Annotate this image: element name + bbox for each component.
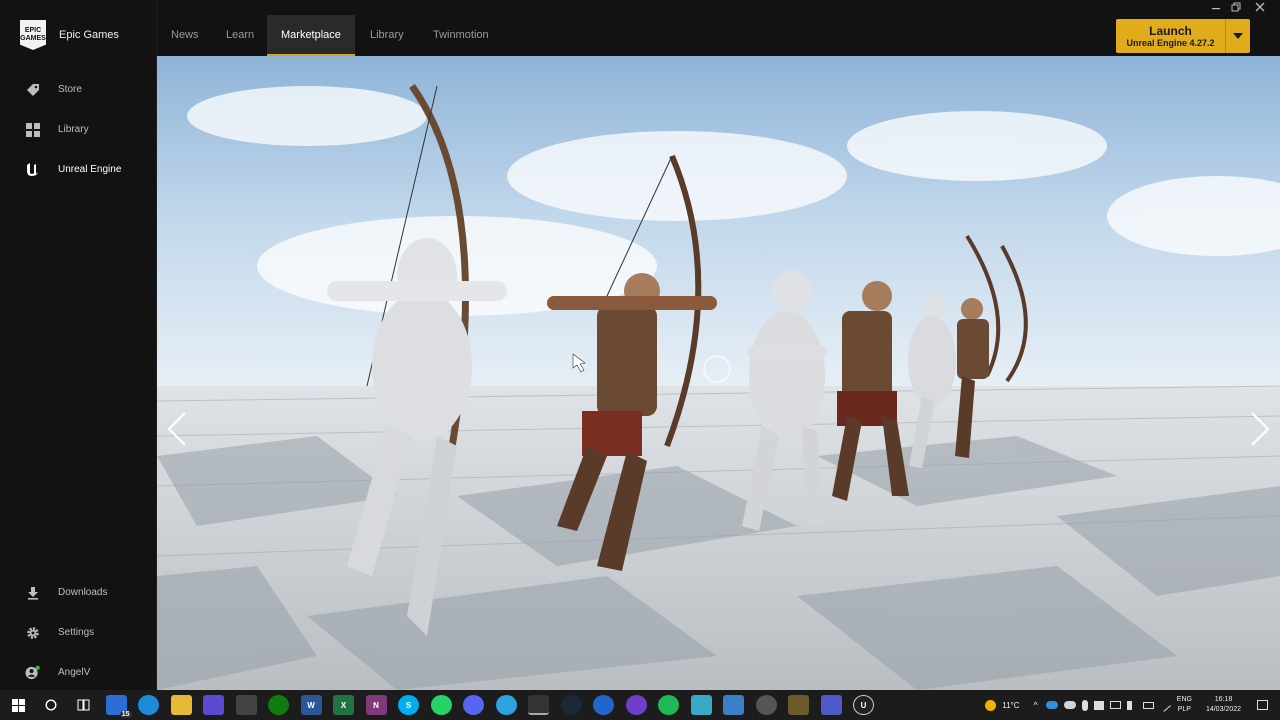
app-icon[interactable] — [723, 695, 744, 715]
notification-icon[interactable] — [1257, 700, 1268, 710]
top-navigation: News Learn Marketplace Library Twinmotio… — [157, 0, 1280, 56]
sidebar-item-label: AngelV — [58, 667, 91, 678]
sidebar-item-label: Downloads — [58, 587, 108, 598]
sidebar-item-settings[interactable]: Settings — [25, 625, 94, 640]
launch-label: Launch — [1149, 24, 1192, 38]
tab-news[interactable]: News — [157, 15, 213, 56]
onenote-icon[interactable]: N — [365, 695, 387, 715]
cortana-search-icon[interactable] — [41, 695, 62, 715]
tab-marketplace[interactable]: Marketplace — [267, 15, 355, 56]
chevron-down-icon — [1233, 33, 1243, 39]
brand[interactable]: EPIC GAMES Epic Games — [20, 20, 119, 50]
file-explorer-icon[interactable] — [170, 695, 192, 715]
skype-icon[interactable]: S — [398, 695, 419, 715]
network-icon[interactable] — [1109, 701, 1121, 709]
epic-games-launcher: EPIC GAMES Epic Games Store Library Unre… — [0, 0, 1280, 690]
tab-twinmotion[interactable]: Twinmotion — [419, 15, 503, 56]
word-icon[interactable]: W — [300, 695, 322, 715]
onedrive-icon[interactable] — [1045, 701, 1058, 709]
app-icon[interactable] — [690, 695, 712, 715]
tab-learn[interactable]: Learn — [212, 15, 268, 56]
epic-games-icon[interactable] — [528, 695, 549, 715]
sidebar-item-account[interactable]: AngelV — [25, 665, 90, 680]
chevron-left-icon — [167, 412, 186, 446]
teams-icon[interactable] — [820, 695, 842, 715]
user-avatar-icon — [25, 665, 40, 680]
app-icon[interactable] — [755, 695, 777, 715]
launch-main-button[interactable]: Launch Unreal Engine 4.27.2 — [1116, 19, 1226, 53]
gear-icon — [25, 625, 40, 640]
windows-start-icon[interactable] — [8, 695, 29, 715]
github-icon[interactable] — [625, 695, 647, 715]
volume-icon[interactable] — [1126, 700, 1137, 710]
grid-icon — [25, 122, 40, 137]
unity-icon[interactable] — [235, 695, 257, 715]
marketplace-image-viewer[interactable] — [157, 56, 1280, 690]
windows-taskbar: 15 W X N S U 11°C ^ ENG PLP 16:18 14/03/… — [0, 690, 1280, 720]
edge-icon[interactable] — [138, 695, 159, 715]
steam-icon[interactable] — [560, 695, 582, 715]
weather-sun-icon[interactable] — [985, 699, 997, 711]
battery-icon[interactable] — [1142, 701, 1154, 709]
launch-version: Unreal Engine 4.27.2 — [1126, 38, 1215, 48]
sidebar-item-library[interactable]: Library — [25, 122, 89, 137]
brand-name: Epic Games — [59, 29, 119, 41]
sidebar-item-unreal-engine[interactable]: Unreal Engine — [25, 162, 121, 177]
weather-temperature[interactable]: 11°C — [1002, 701, 1019, 710]
system-tray: 11°C ^ ENG PLP 16:18 14/03/2022 — [985, 690, 1280, 720]
discord-icon[interactable] — [463, 695, 484, 715]
launch-button[interactable]: Launch Unreal Engine 4.27.2 — [1116, 19, 1250, 53]
sidebar-item-label: Library — [58, 124, 89, 135]
cloud-icon[interactable] — [1063, 701, 1076, 709]
xbox-icon[interactable] — [268, 695, 289, 715]
device-icon[interactable] — [1093, 700, 1104, 710]
download-icon — [25, 585, 40, 600]
pen-icon[interactable] — [1157, 698, 1171, 712]
microphone-icon[interactable] — [1081, 699, 1088, 711]
minimize-icon[interactable] — [1211, 2, 1221, 15]
epic-games-logo-icon: EPIC GAMES — [20, 20, 46, 50]
telegram-icon[interactable] — [495, 695, 517, 715]
next-image-button[interactable] — [1248, 411, 1272, 447]
sidebar-item-label: Unreal Engine — [58, 164, 122, 175]
tag-icon — [25, 82, 40, 97]
input-language[interactable]: ENG PLP — [1177, 695, 1192, 715]
maps-icon[interactable] — [593, 695, 614, 715]
tab-library[interactable]: Library — [356, 15, 418, 56]
launch-dropdown-button[interactable] — [1226, 19, 1250, 53]
spotify-icon[interactable] — [658, 695, 679, 715]
sidebar-item-label: Store — [58, 84, 82, 95]
archer-animation-preview-image — [157, 56, 1280, 690]
app-icon[interactable] — [203, 695, 224, 715]
unreal-logo-icon — [25, 162, 40, 177]
close-icon[interactable] — [1255, 2, 1265, 15]
tray-chevron-up-icon[interactable]: ^ — [1034, 700, 1038, 710]
mail-icon[interactable]: 15 — [105, 695, 132, 718]
clock[interactable]: 16:18 14/03/2022 — [1206, 695, 1241, 715]
unreal-icon[interactable]: U — [853, 695, 874, 715]
sidebar-item-label: Settings — [58, 627, 95, 638]
chevron-right-icon — [1251, 412, 1270, 446]
sidebar-item-store[interactable]: Store — [25, 82, 82, 97]
previous-image-button[interactable] — [165, 411, 189, 447]
task-view-icon[interactable] — [73, 695, 94, 715]
sidebar-item-downloads[interactable]: Downloads — [25, 585, 107, 600]
excel-icon[interactable]: X — [333, 695, 354, 715]
sidebar: EPIC GAMES Epic Games Store Library Unre… — [0, 0, 157, 690]
mail-badge: 15 — [119, 711, 132, 718]
restore-icon[interactable] — [1231, 2, 1241, 15]
app-icon[interactable] — [788, 695, 809, 715]
whatsapp-icon[interactable] — [430, 695, 452, 715]
